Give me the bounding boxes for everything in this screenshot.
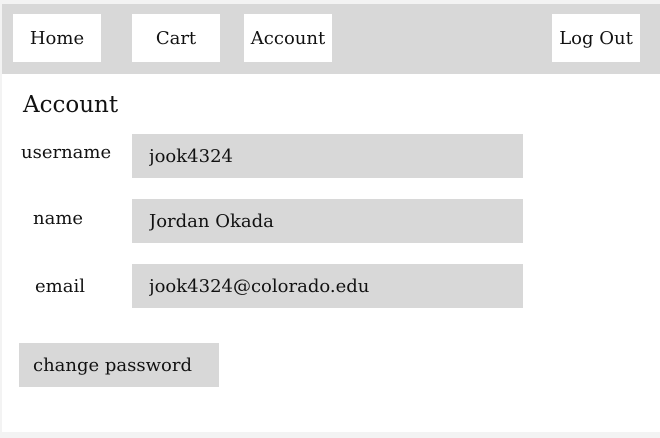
nav-cart-button[interactable]: Cart: [132, 14, 220, 62]
email-label: email: [35, 276, 85, 297]
name-field[interactable]: [132, 199, 523, 243]
logout-button[interactable]: Log Out: [552, 14, 640, 62]
change-password-button[interactable]: change password: [19, 343, 219, 387]
nav-account-button[interactable]: Account: [244, 14, 332, 62]
page-title: Account: [23, 92, 119, 118]
name-label: name: [33, 208, 84, 229]
top-nav-bar: Home Cart Account Log Out: [2, 4, 660, 74]
username-label: username: [21, 142, 112, 163]
email-field[interactable]: [132, 264, 523, 308]
nav-home-button[interactable]: Home: [13, 14, 101, 62]
username-field[interactable]: [132, 134, 523, 178]
app-window: Home Cart Account Log Out Account userna…: [2, 4, 660, 432]
